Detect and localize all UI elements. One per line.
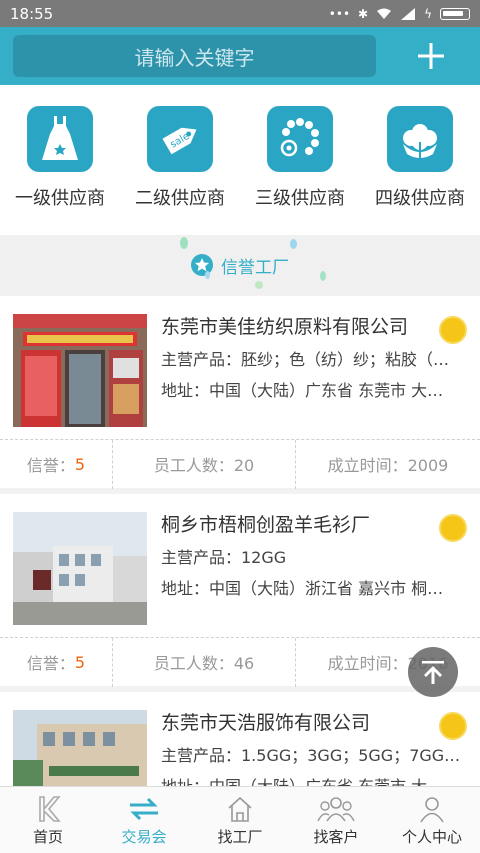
factory-stats: 信誉： 5 员工人数：20 成立时间：2009: [0, 439, 480, 489]
decor-dot: [320, 271, 326, 281]
credit-value: 5: [74, 454, 86, 474]
gold-medal-icon: [439, 316, 467, 344]
tab-home[interactable]: 首页: [0, 787, 96, 853]
category-level-3[interactable]: 三级供应商: [240, 85, 360, 235]
category-label: 二级供应商: [135, 188, 225, 209]
more-dots-icon: •••: [328, 6, 351, 21]
factory-photo: [13, 512, 147, 625]
gold-medal-icon: [439, 712, 467, 740]
factory-name: 桐乡市梧桐创盈羊毛衫厂: [161, 514, 371, 536]
factory-address: 地址：中国（大陆）浙江省 嘉兴市 桐…: [161, 579, 444, 598]
add-button[interactable]: [401, 27, 461, 85]
home-k-icon: [34, 792, 62, 826]
search-input[interactable]: 请输入关键字: [13, 35, 376, 77]
factory-card[interactable]: 桐乡市梧桐创盈羊毛衫厂 主营产品：12GG 地址：中国（大陆）浙江省 嘉兴市 桐…: [0, 494, 480, 687]
gold-medal-icon: [439, 514, 467, 542]
category-label: 三级供应商: [255, 188, 345, 209]
factory-products: 主营产品：1.5GG；3GG；5GG；7GG…: [161, 746, 461, 765]
tab-find-customer[interactable]: 找客户: [288, 787, 384, 853]
category-level-1[interactable]: 一级供应商: [0, 85, 120, 235]
factory-house-icon: [226, 792, 254, 826]
factory-name: 东莞市天浩服饰有限公司: [161, 712, 371, 734]
tab-find-factory[interactable]: 找工厂: [192, 787, 288, 853]
credit-value: 5: [74, 652, 86, 672]
charging-icon: ϟ: [424, 6, 432, 21]
tab-label: 找工厂: [217, 828, 263, 846]
battery-icon: [440, 7, 470, 20]
tab-label: 首页: [32, 828, 63, 846]
factory-address: 地址：中国（大陆）广东省 东莞市 大…: [161, 381, 444, 400]
arrow-up-icon: [422, 661, 444, 684]
search-placeholder: 请输入关键字: [134, 45, 255, 70]
factory-list: 东莞市美佳纺织原料有限公司 主营产品：胚纱；色（纺）纱；粘胶（… 地址：中国（大…: [0, 296, 480, 853]
tab-trade-fair[interactable]: 交易会: [96, 787, 192, 853]
decor-dot: [205, 271, 210, 279]
tab-label: 交易会: [121, 828, 167, 846]
tab-profile[interactable]: 个人中心: [384, 787, 480, 853]
credit-label: 信誉：: [26, 654, 75, 673]
factory-card[interactable]: 东莞市美佳纺织原料有限公司 主营产品：胚纱；色（纺）纱；粘胶（… 地址：中国（大…: [0, 296, 480, 489]
decor-dot: [180, 237, 188, 249]
customers-icon: [317, 792, 355, 826]
tab-label: 个人中心: [401, 828, 462, 846]
category-label: 一级供应商: [15, 188, 105, 209]
section-header: 信誉工厂: [0, 235, 480, 295]
scroll-to-top-button[interactable]: [408, 647, 458, 697]
sale-tag-icon: sale: [147, 106, 213, 172]
factory-products: 主营产品：胚纱；色（纺）纱；粘胶（…: [161, 350, 450, 369]
user-icon: [418, 792, 446, 826]
beads-icon: [267, 106, 333, 172]
tab-label: 找客户: [313, 828, 359, 846]
bottom-tab-bar: 首页 交易会 找工厂 找客户 个人中心: [0, 786, 480, 853]
credit-stat: 信誉： 5: [0, 439, 113, 489]
status-time: 18:55: [10, 4, 54, 23]
staff-count: 员工人数：20: [113, 439, 296, 489]
section-title: 信誉工厂: [221, 257, 289, 278]
founded-year: 成立时间：2009: [327, 456, 449, 475]
top-bar: 请输入关键字: [0, 27, 480, 85]
decor-dot: [290, 239, 297, 249]
credit-label: 信誉：: [26, 456, 75, 475]
exchange-icon: [128, 792, 160, 826]
supplier-categories: 一级供应商 sale 二级供应商 三级供应商 四级供应商: [0, 85, 480, 235]
factory-name: 东莞市美佳纺织原料有限公司: [161, 316, 409, 338]
cotton-flower-icon: [387, 106, 453, 172]
wifi-icon: [377, 8, 392, 19]
staff-count: 员工人数：46: [113, 637, 296, 687]
category-level-2[interactable]: sale 二级供应商: [120, 85, 240, 235]
factory-products: 主营产品：12GG: [161, 548, 287, 567]
status-icons: ••• ✱ ϟ: [329, 7, 470, 21]
decor-dot: [255, 281, 263, 289]
plus-icon: [418, 43, 444, 69]
category-level-4[interactable]: 四级供应商: [360, 85, 480, 235]
credit-stat: 信誉： 5: [0, 637, 113, 687]
bluetooth-icon: ✱: [358, 6, 369, 21]
dress-icon: [27, 106, 93, 172]
signal-icon: [401, 7, 416, 20]
category-label: 四级供应商: [375, 188, 465, 209]
status-bar: 18:55 ••• ✱ ϟ: [0, 0, 480, 27]
factory-photo: [13, 314, 147, 427]
